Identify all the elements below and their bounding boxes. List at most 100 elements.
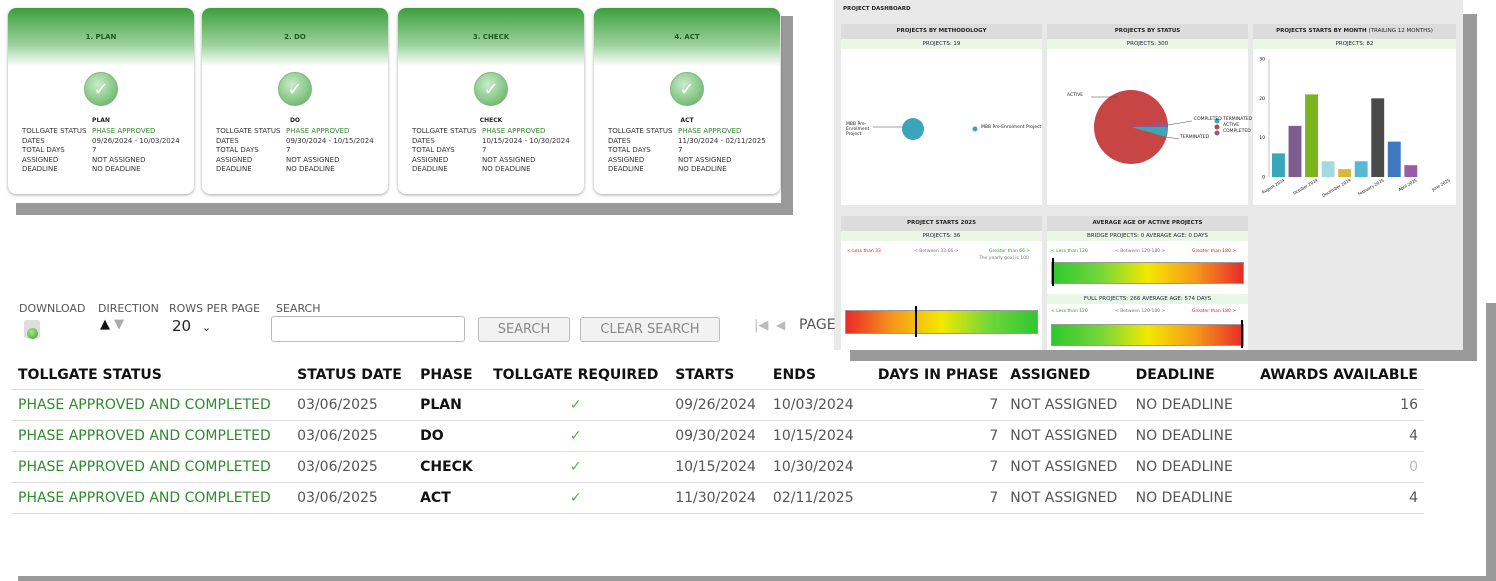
search-button[interactable]: SEARCH bbox=[478, 317, 570, 342]
table-cell: CHECK bbox=[414, 451, 483, 483]
table-cell: 10/15/2024 bbox=[766, 420, 865, 452]
phase-card[interactable]: 4. ACT ✓ ACT TOLLGATE STATUS PHASE APPROVED D… bbox=[594, 8, 780, 194]
bar[interactable] bbox=[1288, 125, 1302, 177]
column-header[interactable]: TOLLGATE STATUS bbox=[12, 361, 292, 390]
column-header[interactable]: DAYS IN PHASE bbox=[864, 361, 1005, 390]
pie-slice[interactable] bbox=[902, 118, 924, 140]
table-cell: NO DEADLINE bbox=[1129, 482, 1245, 514]
table-cell: NOT ASSIGNED bbox=[1004, 420, 1130, 452]
full-gauge bbox=[1051, 324, 1244, 346]
dashboard-title: PROJECT DASHBOARD bbox=[843, 6, 911, 12]
detail-value-dates: 10/15/2024 - 10/30/2024 bbox=[482, 136, 570, 145]
gauge-needle bbox=[1241, 320, 1243, 348]
column-header[interactable]: TOLLGATE REQUIRED bbox=[482, 361, 670, 390]
bar[interactable] bbox=[1354, 161, 1368, 177]
phase-card-header: 2. DO bbox=[202, 8, 388, 66]
table-row[interactable]: PHASE APPROVED AND COMPLETED 03/06/2025 AC… bbox=[12, 482, 1424, 514]
checkmark-icon: ✓ bbox=[670, 72, 704, 106]
rows-per-page-select[interactable]: 20 ⌄ bbox=[172, 317, 211, 335]
previous-page-icon[interactable]: ◀ bbox=[776, 318, 785, 332]
column-header[interactable]: STATUS DATE bbox=[291, 361, 415, 390]
table-row[interactable]: PHASE APPROVED AND COMPLETED 03/06/2025 CH… bbox=[12, 451, 1424, 483]
table-cell: 10/30/2024 bbox=[766, 451, 865, 483]
x-tick-label: April 2025 bbox=[1397, 177, 1418, 192]
column-header[interactable]: PHASE bbox=[414, 361, 483, 390]
table-row[interactable]: PHASE APPROVED AND COMPLETED 03/06/2025 PL… bbox=[12, 389, 1424, 421]
clear-search-button[interactable]: CLEAR SEARCH bbox=[580, 317, 720, 342]
legend-label: MBB Pre-Enrolment Project bbox=[981, 125, 1042, 130]
column-header[interactable]: ENDS bbox=[766, 361, 865, 390]
legend-item: TERMINATED bbox=[1223, 117, 1253, 122]
x-tick-label: June 2025 bbox=[1430, 177, 1451, 192]
table-row[interactable]: PHASE APPROVED AND COMPLETED 03/06/2025 DO… bbox=[12, 420, 1424, 452]
phase-card-header: 4. ACT bbox=[594, 8, 780, 66]
bar[interactable] bbox=[1387, 141, 1401, 177]
detail-value-assigned: NOT ASSIGNED bbox=[92, 155, 146, 164]
column-header[interactable]: STARTS bbox=[669, 361, 767, 390]
column-header[interactable]: DEADLINE bbox=[1129, 361, 1245, 390]
gauge-between-label: < Between 120-180 > bbox=[1115, 249, 1166, 254]
table-cell[interactable]: PHASE APPROVED AND COMPLETED bbox=[12, 482, 292, 514]
detail-label: TOLLGATE STATUS bbox=[412, 127, 477, 135]
detail-value-status: PHASE APPROVED bbox=[482, 127, 546, 135]
phase-card-title: 4. ACT bbox=[674, 33, 700, 41]
page-label: PAGE bbox=[799, 317, 836, 333]
chevron-down-icon: ⌄ bbox=[201, 321, 212, 334]
label-active: ACTIVE bbox=[1067, 93, 1084, 98]
widget-title-main: PROJECTS STARTS BY MONTH bbox=[1276, 28, 1367, 34]
gauge-needle bbox=[1052, 258, 1054, 286]
widget-methodology: PROJECTS BY METHODOLOGY PROJECTS: 19 MBB… bbox=[841, 24, 1042, 205]
tollgate-table: TOLLGATE STATUS STATUS DATE PHASE TOLLGATE … bbox=[12, 361, 1424, 514]
detail-value-dates: 09/26/2024 - 10/03/2024 bbox=[92, 136, 180, 145]
table-cell: 7 bbox=[864, 482, 1005, 514]
table-cell: 09/30/2024 bbox=[669, 420, 767, 452]
detail-label: DATES bbox=[412, 136, 435, 145]
checkmark-icon: ✓ bbox=[278, 72, 312, 106]
detail-value-status: PHASE APPROVED bbox=[92, 127, 156, 135]
widget-starts-2025: PROJECT STARTS 2025 PROJECTS: 36 < Less … bbox=[841, 216, 1042, 350]
gauge-less-label: < Less than 120 bbox=[1051, 249, 1088, 254]
table-cell[interactable]: PHASE APPROVED AND COMPLETED bbox=[12, 420, 292, 452]
phase-card[interactable]: 3. CHECK ✓ CHECK TOLLGATE STATUS PHASE APPRO… bbox=[398, 8, 584, 194]
column-header[interactable]: AWARDS AVAILABLE bbox=[1244, 361, 1424, 390]
column-header[interactable]: ASSIGNED bbox=[1004, 361, 1130, 390]
phase-name: CHECK bbox=[479, 117, 503, 124]
bar[interactable] bbox=[1321, 161, 1335, 177]
sort-ascending-icon[interactable]: ▲ bbox=[100, 317, 110, 332]
legend-item: ACTIVE bbox=[1223, 123, 1240, 128]
detail-value-dates: 09/30/2024 - 10/15/2024 bbox=[286, 136, 374, 145]
widget-title: PROJECTS BY STATUS bbox=[1047, 24, 1248, 39]
phase-card-header: 1. PLAN bbox=[8, 8, 194, 66]
detail-label: TOLLGATE STATUS bbox=[22, 127, 87, 135]
phase-card[interactable]: 1. PLAN ✓ PLAN TOLLGATE STATUS PHASE APPROVE… bbox=[8, 8, 194, 194]
gauge-greater-label: Greater than 180 > bbox=[1192, 309, 1237, 314]
table-cell: 03/06/2025 bbox=[291, 420, 415, 452]
first-page-icon[interactable]: |◀ bbox=[754, 318, 768, 333]
sort-descending-icon[interactable]: ▼ bbox=[114, 317, 124, 332]
table-cell: 10/03/2024 bbox=[766, 389, 865, 421]
detail-value-total-days: 7 bbox=[92, 146, 97, 154]
table-cell: NO DEADLINE bbox=[1129, 451, 1245, 483]
phase-card[interactable]: 2. DO ✓ DO TOLLGATE STATUS PHASE APPROVED DAT… bbox=[202, 8, 388, 194]
detail-label: DEADLINE bbox=[608, 165, 644, 173]
phase-card-title: 1. PLAN bbox=[85, 33, 117, 41]
bar[interactable] bbox=[1371, 98, 1385, 177]
detail-label: DATES bbox=[216, 136, 239, 145]
download-icon[interactable] bbox=[24, 320, 40, 339]
project-dashboard: PROJECT DASHBOARD PROJECTS BY METHODOLOG… bbox=[834, 0, 1463, 350]
detail-value-assigned: NOT ASSIGNED bbox=[482, 155, 536, 164]
search-input[interactable] bbox=[271, 316, 465, 342]
detail-label: DATES bbox=[608, 136, 631, 145]
table-cell[interactable]: PHASE APPROVED AND COMPLETED bbox=[12, 451, 292, 483]
bar[interactable] bbox=[1272, 153, 1285, 177]
bridge-gauge bbox=[1051, 262, 1244, 284]
label-terminated: TERMINATED bbox=[1180, 135, 1210, 140]
checkmark-icon: ✓ bbox=[84, 72, 118, 106]
bar[interactable] bbox=[1404, 165, 1418, 177]
bar[interactable] bbox=[1338, 169, 1352, 177]
checkmark-icon: ✓ bbox=[482, 482, 670, 514]
download-label: DOWNLOAD bbox=[19, 302, 86, 315]
bar[interactable] bbox=[1305, 94, 1318, 177]
phase-name: DO bbox=[289, 117, 301, 124]
table-cell[interactable]: PHASE APPROVED AND COMPLETED bbox=[12, 389, 292, 421]
